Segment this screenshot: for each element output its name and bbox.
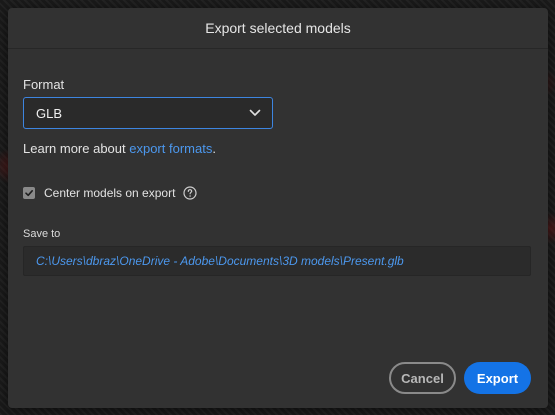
- save-path-field[interactable]: C:\Users\dbraz\OneDrive - Adobe\Document…: [23, 246, 531, 276]
- export-formats-link[interactable]: export formats: [129, 141, 212, 156]
- center-models-checkbox[interactable]: [23, 187, 35, 199]
- chevron-down-icon: [248, 106, 262, 120]
- export-dialog: Export selected models Format GLB Learn …: [8, 8, 548, 408]
- learn-more-suffix: .: [212, 141, 216, 156]
- checkmark-icon: [25, 190, 33, 197]
- dialog-buttons: Cancel Export: [389, 362, 531, 394]
- cancel-button[interactable]: Cancel: [389, 362, 456, 394]
- export-button[interactable]: Export: [464, 362, 531, 394]
- format-dropdown[interactable]: GLB: [23, 97, 273, 129]
- center-models-option: Center models on export: [23, 184, 198, 202]
- dialog-header: Export selected models: [8, 8, 548, 49]
- format-label: Format: [23, 77, 65, 92]
- save-to-label: Save to: [23, 228, 61, 240]
- format-selected-value: GLB: [36, 105, 63, 121]
- learn-more-text: Learn more about export formats.: [23, 141, 216, 156]
- help-circle-icon[interactable]: [183, 186, 198, 200]
- center-models-label: Center models on export: [44, 186, 176, 200]
- learn-more-prefix: Learn more about: [23, 141, 130, 156]
- dialog-title: Export selected models: [205, 20, 351, 36]
